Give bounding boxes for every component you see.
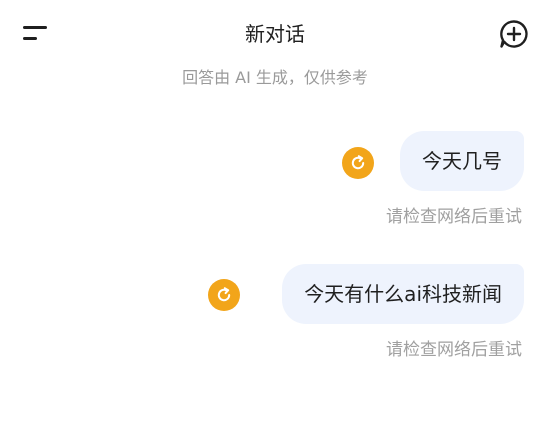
message-error-status[interactable]: 请检查网络后重试 [386,205,522,229]
message-bubble[interactable]: 今天有什么ai科技新闻 [282,264,524,324]
new-chat-button[interactable] [496,16,532,52]
retry-button[interactable] [342,147,374,179]
retry-button[interactable] [208,279,240,311]
refresh-icon [217,287,231,302]
top-bar: 新对话 [0,0,550,66]
page-title: 新对话 [245,22,305,46]
message-error-status[interactable]: 请检查网络后重试 [386,338,522,362]
refresh-icon [351,155,365,170]
message-bubble[interactable]: 今天几号 [400,131,524,191]
ai-disclaimer: 回答由 AI 生成，仅供参考 [182,68,368,87]
chat-plus-icon [500,20,528,48]
user-message: 今天有什么ai科技新闻 [282,264,524,324]
user-message: 今天几号 [400,131,524,191]
